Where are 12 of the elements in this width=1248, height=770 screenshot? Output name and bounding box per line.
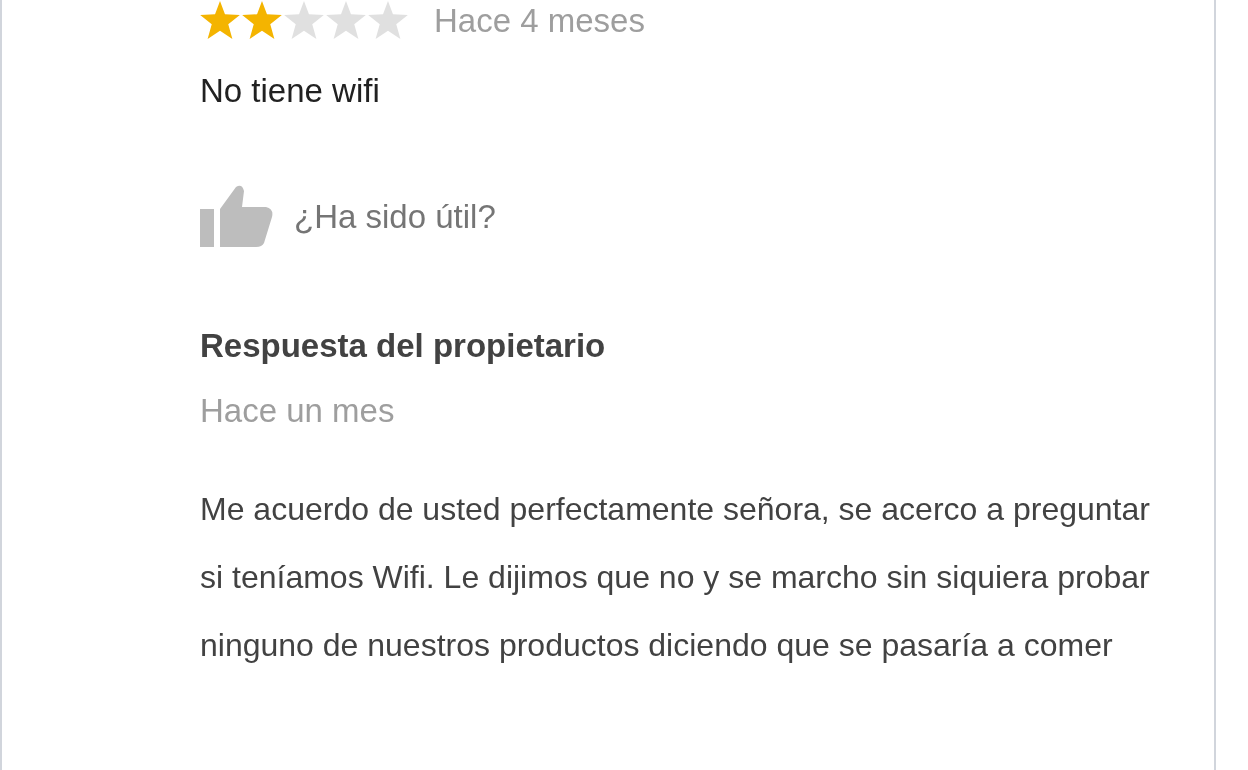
owner-reply-title: Respuesta del propietario [200, 329, 607, 362]
star-icon [326, 1, 366, 39]
star-icon [368, 1, 408, 39]
review-text: No tiene wifi [200, 74, 381, 107]
star-icon [242, 1, 282, 39]
owner-reply-text: Me acuerdo de usted perfectamente señora, se acerco a preguntar si teníamos Wifi. Le dijimos que no y se marcho sin siquiera probar ninguno de nuestros productos diciendo que se pasaría a comer [200, 490, 1151, 665]
thumbs-up-icon[interactable] [200, 183, 274, 249]
helpful-prompt[interactable]: ¿Ha sido útil? [294, 199, 496, 233]
review-time: Hace 4 meses [434, 3, 645, 37]
owner-reply-time: Hace un mes [200, 394, 396, 427]
star-icon [200, 1, 240, 39]
star-icon [284, 1, 324, 39]
